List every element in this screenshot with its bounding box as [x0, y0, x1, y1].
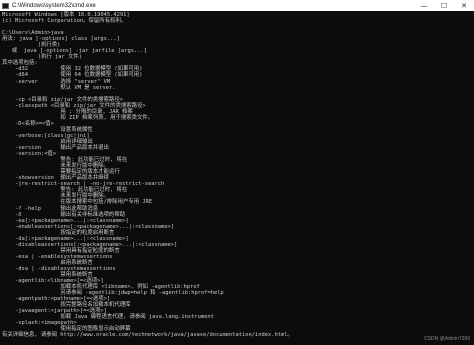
cmd-window: C:\Windows\system32\cmd.exe — ☐ ✕ Micros… [0, 0, 474, 345]
minimize-button[interactable]: — [414, 0, 434, 11]
title-bar[interactable]: C:\Windows\system32\cmd.exe — ☐ ✕ [0, 0, 474, 11]
console-app-icon [2, 2, 9, 9]
window-controls: — ☐ ✕ [414, 0, 474, 11]
window-title: C:\Windows\system32\cmd.exe [12, 2, 96, 9]
watermark: CSDN @Admin7399 [424, 336, 470, 342]
maximize-button[interactable]: ☐ [434, 0, 454, 11]
console-line: 有关详细信息, 请参阅 http://www.oracle.com/techne… [2, 332, 293, 339]
console-output[interactable]: Microsoft Windows [版本 10.0.19045.4291] (c… [0, 11, 474, 345]
close-button[interactable]: ✕ [454, 0, 474, 11]
